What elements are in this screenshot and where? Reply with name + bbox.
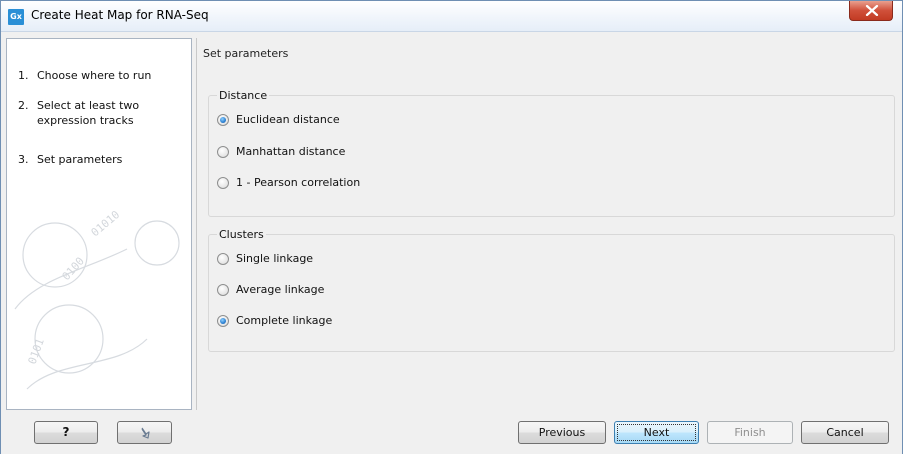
next-button[interactable]: Next bbox=[614, 421, 699, 444]
radio-button[interactable] bbox=[217, 284, 229, 296]
radio-label: Complete linkage bbox=[236, 314, 333, 327]
step-label: Choose where to run bbox=[37, 69, 152, 82]
close-button[interactable] bbox=[849, 1, 893, 21]
step-number: 2. bbox=[18, 99, 29, 112]
dialog-content: 1. Choose where to run 2. Select at leas… bbox=[6, 38, 898, 411]
radio-label: Average linkage bbox=[236, 283, 325, 296]
section-title: Set parameters bbox=[203, 47, 289, 60]
parameters-panel: Set parameters Distance Euclidean distan… bbox=[196, 38, 898, 410]
help-button[interactable]: ? bbox=[34, 421, 98, 444]
title-bar[interactable]: Gx Create Heat Map for RNA-Seq bbox=[1, 1, 902, 32]
radio-label: Single linkage bbox=[236, 252, 314, 265]
radio-button[interactable] bbox=[217, 253, 229, 265]
cancel-button[interactable]: Cancel bbox=[801, 421, 889, 444]
svg-text:0100: 0100 bbox=[60, 255, 87, 283]
decorative-watermark: 01010 0100 0101 bbox=[14, 208, 180, 390]
close-icon bbox=[865, 5, 879, 16]
radio-label: Euclidean distance bbox=[236, 113, 340, 126]
app-icon: Gx bbox=[8, 9, 24, 25]
clusters-group: Clusters Single linkage Average linkage … bbox=[208, 228, 895, 352]
finish-button[interactable]: Finish bbox=[707, 421, 793, 444]
step-number: 3. bbox=[18, 153, 29, 166]
dialog-window: Gx Create Heat Map for RNA-Seq 1. Choose… bbox=[0, 0, 903, 454]
reset-button[interactable] bbox=[117, 421, 172, 444]
radio-button-selected[interactable] bbox=[217, 315, 229, 327]
distance-legend: Distance bbox=[217, 89, 270, 102]
step-label: Set parameters bbox=[37, 153, 123, 166]
clusters-legend: Clusters bbox=[217, 228, 266, 241]
svg-text:01010: 01010 bbox=[89, 208, 123, 239]
radio-button-selected[interactable] bbox=[217, 114, 229, 126]
radio-button[interactable] bbox=[217, 146, 229, 158]
radio-label: Manhattan distance bbox=[236, 145, 346, 158]
button-bar: ? Previous Next Finish Cancel bbox=[1, 413, 902, 454]
previous-button[interactable]: Previous bbox=[518, 421, 606, 444]
wizard-steps-panel: 1. Choose where to run 2. Select at leas… bbox=[6, 38, 192, 410]
radio-label: 1 - Pearson correlation bbox=[236, 176, 361, 189]
window-title: Create Heat Map for RNA-Seq bbox=[31, 8, 209, 22]
step-label: Select at least two expression tracks bbox=[37, 99, 140, 127]
step-number: 1. bbox=[18, 69, 29, 82]
distance-group: Distance Euclidean distance Manhattan di… bbox=[208, 89, 895, 217]
radio-button[interactable] bbox=[217, 177, 229, 189]
next-label: Next bbox=[643, 426, 670, 439]
reset-arrow-icon bbox=[141, 427, 150, 439]
